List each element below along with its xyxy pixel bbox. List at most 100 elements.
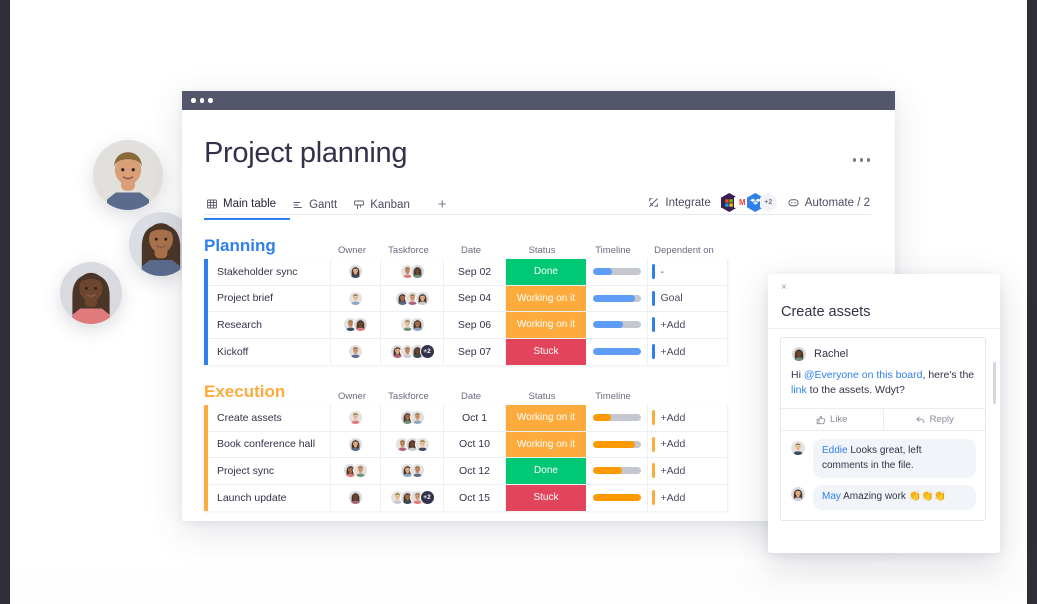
timeline-cell[interactable] xyxy=(586,338,648,365)
task-name-cell[interactable]: Project brief xyxy=(208,285,331,311)
tab-gantt[interactable]: Gantt xyxy=(290,196,351,219)
avatar xyxy=(348,344,363,360)
comment-link[interactable]: link xyxy=(791,384,807,396)
timeline-cell[interactable] xyxy=(586,431,648,457)
table-row[interactable]: Project brief Sep 04 Working on it Goal xyxy=(208,285,728,312)
reply-author[interactable]: Eddie xyxy=(822,445,848,456)
taskforce-cell[interactable] xyxy=(381,458,444,484)
timeline-cell[interactable] xyxy=(586,405,648,431)
status-badge[interactable]: Done xyxy=(506,458,586,484)
owner-cell[interactable] xyxy=(331,431,381,457)
integrate-button[interactable]: Integrate xyxy=(647,196,711,209)
owner-cell[interactable] xyxy=(331,338,381,365)
dependency-indicator xyxy=(652,490,655,506)
status-badge[interactable]: Working on it xyxy=(506,405,586,431)
window-dot-2[interactable] xyxy=(199,98,204,103)
window-dot-1[interactable] xyxy=(191,98,196,103)
panel-divider xyxy=(768,328,1000,329)
table-row[interactable]: Kickoff +2 Sep 07 Stuck +Add xyxy=(208,338,728,365)
tab-main-table[interactable]: Main table xyxy=(204,195,291,220)
taskforce-cell[interactable] xyxy=(381,431,444,457)
owner-cell[interactable] xyxy=(331,312,381,338)
task-name-cell[interactable]: Launch update xyxy=(208,484,331,511)
date-cell[interactable]: Oct 15 xyxy=(444,484,506,511)
task-name-cell[interactable]: Project sync xyxy=(208,458,331,484)
like-button[interactable]: Like xyxy=(781,409,884,431)
status-badge[interactable]: Working on it xyxy=(506,312,586,338)
taskforce-cell[interactable]: +2 xyxy=(381,338,444,365)
add-view-button[interactable]: + xyxy=(424,196,455,219)
timeline-cell[interactable] xyxy=(586,312,648,338)
owner-cell[interactable] xyxy=(331,405,381,431)
panel-scrollbar[interactable] xyxy=(993,362,996,404)
date-cell[interactable]: Oct 10 xyxy=(444,431,506,457)
timeline-cell[interactable] xyxy=(586,259,648,285)
timeline-cell[interactable] xyxy=(586,484,648,511)
dependent-on-value: +Add xyxy=(660,464,686,477)
status-badge[interactable]: Stuck xyxy=(506,484,586,511)
dependent-on-cell[interactable]: Goal xyxy=(648,285,728,311)
owner-cell[interactable] xyxy=(331,285,381,311)
column-header-owner: Owner xyxy=(338,391,366,402)
board-more-options-button[interactable] xyxy=(852,158,870,162)
taskforce-cell[interactable] xyxy=(381,405,444,431)
status-badge[interactable]: Stuck xyxy=(506,338,586,365)
taskforce-cell[interactable]: +2 xyxy=(381,484,444,511)
comment-mention[interactable]: @Everyone on this board xyxy=(804,369,923,381)
reply-author[interactable]: May xyxy=(822,491,841,502)
table-row[interactable]: Project sync Oct 12 Done +Add xyxy=(208,458,728,485)
kebab-dot xyxy=(866,158,870,162)
taskforce-cell[interactable] xyxy=(381,285,444,311)
date-cell[interactable]: Sep 02 xyxy=(444,259,506,285)
owner-cell[interactable] xyxy=(331,484,381,511)
automate-button[interactable]: Automate / 2 xyxy=(787,196,870,209)
date-cell[interactable]: Sep 07 xyxy=(444,338,506,365)
taskforce-cell[interactable] xyxy=(381,312,444,338)
timeline-cell[interactable] xyxy=(586,285,648,311)
reply-item: Eddie Looks great, left comments in the … xyxy=(790,439,976,479)
status-badge[interactable]: Working on it xyxy=(506,285,586,311)
comment-text-mid: , here's the xyxy=(922,369,975,381)
owner-cell[interactable] xyxy=(331,259,381,285)
timeline-bar-fill xyxy=(592,440,635,448)
timeline-cell[interactable] xyxy=(586,458,648,484)
board-group-planning: Planning Owner Taskforce Date Status Timeline… xyxy=(204,236,728,365)
dependency-indicator xyxy=(652,410,655,426)
dependent-on-cell[interactable]: +Add xyxy=(648,312,728,338)
dependent-on-cell[interactable]: +Add xyxy=(648,405,728,431)
dependent-on-cell[interactable]: +Add xyxy=(648,338,728,365)
task-name-cell[interactable]: Stakeholder sync xyxy=(208,259,331,285)
dependent-on-cell[interactable]: +Add xyxy=(648,431,728,457)
close-icon[interactable]: × xyxy=(781,283,787,293)
timeline-bar-fill xyxy=(592,348,641,356)
owner-cell[interactable] xyxy=(331,458,381,484)
status-badge[interactable]: Working on it xyxy=(506,431,586,457)
tab-kanban[interactable]: Kanban xyxy=(351,196,424,219)
status-badge[interactable]: Done xyxy=(506,259,586,285)
taskforce-cell[interactable] xyxy=(381,259,444,285)
table-row[interactable]: Create assets Oct 1 Working on it +Add xyxy=(208,405,728,432)
kebab-dot xyxy=(852,158,856,162)
table-row[interactable]: Launch update +2 Oct 15 Stuck +Add xyxy=(208,484,728,511)
date-cell[interactable]: Oct 1 xyxy=(444,405,506,431)
task-name-cell[interactable]: Kickoff xyxy=(208,338,331,365)
reply-button[interactable]: Reply xyxy=(884,409,986,430)
thumbs-up-icon xyxy=(816,415,826,425)
timeline-bar xyxy=(592,440,641,448)
table-row[interactable]: Book conference hall Oct 10 Working on it +… xyxy=(208,431,728,458)
task-name-cell[interactable]: Research xyxy=(208,312,331,338)
date-cell[interactable]: Oct 12 xyxy=(444,458,506,484)
more-badge[interactable]: +2 xyxy=(759,193,777,212)
dependent-on-cell[interactable]: - xyxy=(648,259,728,285)
table-row[interactable]: Research Sep 06 Working on it +Add xyxy=(208,312,728,339)
date-cell[interactable]: Sep 04 xyxy=(444,285,506,311)
date-cell[interactable]: Sep 06 xyxy=(444,312,506,338)
integration-badges[interactable]: M +2 xyxy=(720,193,777,212)
task-name-cell[interactable]: Create assets xyxy=(208,405,331,431)
task-name-cell[interactable]: Book conference hall xyxy=(208,431,331,457)
table-row[interactable]: Stakeholder sync Sep 02 Done - xyxy=(208,259,728,286)
dependent-on-cell[interactable]: +Add xyxy=(648,458,728,484)
window-dot-3[interactable] xyxy=(208,98,213,103)
screenshot-root: Project planning Main table Gantt Kanban + xyxy=(0,0,1037,604)
dependent-on-cell[interactable]: +Add xyxy=(648,484,728,511)
